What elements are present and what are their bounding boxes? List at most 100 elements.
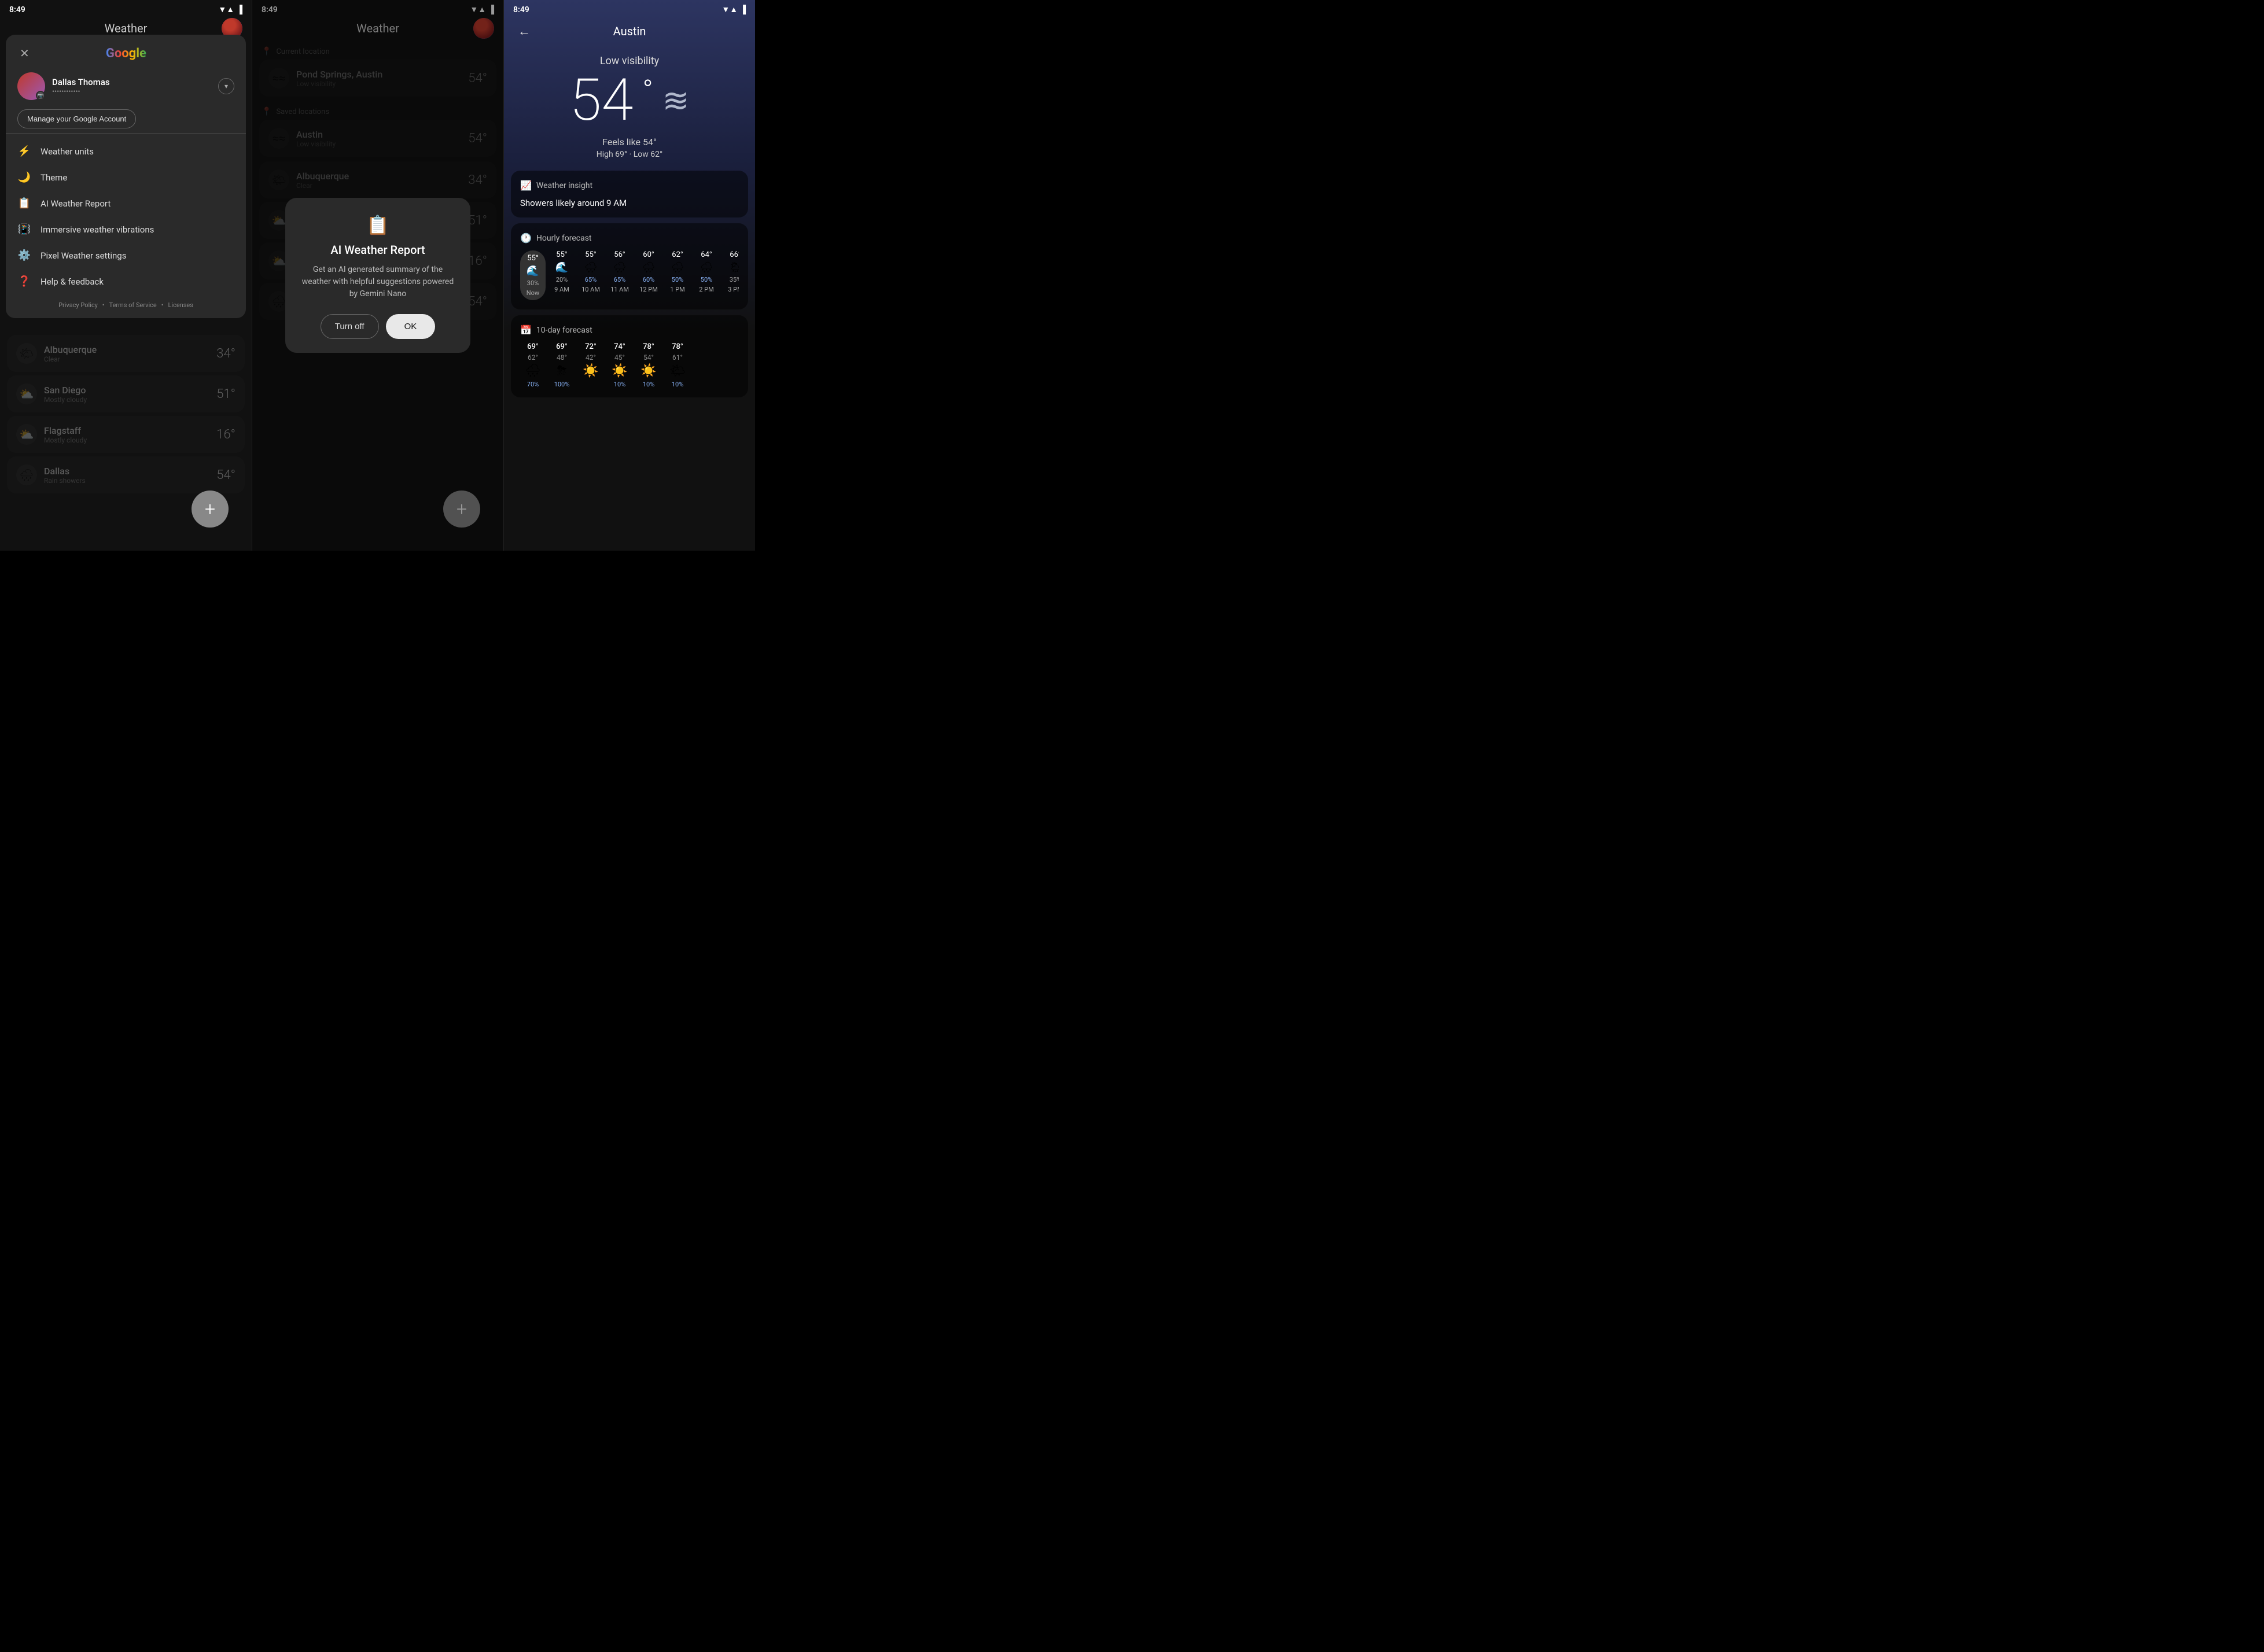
hourly-weather-icon: 🌊 [555,261,568,274]
hero-temp-number: 54 [569,72,633,130]
insight-icon: 📈 [520,180,532,191]
hourly-time: 12 PM [639,286,658,293]
tenday-weather-icon: ☀️ [612,364,627,378]
panel-2: 8:49 ▼▲ ▐ Weather 📍 Current location ≈≈ … [252,0,503,551]
tenday-high: 69° [556,342,568,351]
tenday-pct: 10% [643,381,654,388]
google-logo: Google [106,46,146,61]
tenday-low: 42° [586,353,596,362]
tenday-card: 📅 10-day forecast 69° 62° 🌧 70% 69° 48° … [511,315,748,397]
menu-item-ai-report[interactable]: 📋 AI Weather Report [6,190,246,216]
weather-icon-flagstaff-1: ⛅ [16,424,37,445]
tenday-weather-icon: 🌤 [669,364,686,378]
hourly-item: 66° 🌦 35% 3 PM [723,250,739,300]
tenday-icon: 📅 [520,325,532,335]
wifi-icon-3: ▼▲ [721,5,738,14]
hourly-card-header: 🕐 Hourly forecast [520,233,739,244]
hourly-item: 55° 🌊 30% Now [520,250,546,300]
tenday-item: 69° 62° 🌧 70% [520,342,546,388]
menu-label-ai-report: AI Weather Report [41,198,111,209]
weather-units-icon: ⚡ [17,145,31,157]
hourly-item: 56° 🌧 65% 11 AM [607,250,632,300]
menu-label-weather-units: Weather units [41,146,94,157]
hourly-pct: 20% [556,276,568,283]
menu-item-theme[interactable]: 🌙 Theme [6,164,246,190]
list-item-flagstaff-1[interactable]: ⛅ Flagstaff Mostly cloudy 16° [7,416,245,453]
insight-card-header: 📈 Weather insight [520,180,739,191]
list-item-dallas-1[interactable]: 🌧 Dallas Rain showers 54° [7,456,245,493]
vibrations-icon: 📳 [17,223,31,235]
battery-icon-3: ▐ [740,5,746,14]
hourly-row: 55° 🌊 30% Now 55° 🌊 20% 9 AM 55° 🌧 65% 1… [520,250,739,300]
menu-footer: Privacy Policy • Terms of Service • Lice… [6,294,246,309]
item-info-albuquerque-1: Albuquerque Clear [44,344,209,363]
hourly-time: 2 PM [699,286,713,293]
menu-item-weather-units[interactable]: ⚡ Weather units [6,138,246,164]
hourly-weather-icon: 🌧 [642,261,656,274]
tenday-item: 78° 61° 🌤 10% [665,342,690,388]
settings-icon: ⚙️ [17,249,31,261]
add-location-fab-1[interactable]: + [192,491,229,528]
insight-text: Showers likely around 9 AM [520,198,739,208]
tenday-high: 72° [585,342,597,351]
camera-icon: 📷 [36,91,45,100]
hourly-temp: 64° [701,250,712,259]
weather-icon-albuquerque-1: 🌤 [16,343,37,364]
app-title-1: Weather [105,21,148,35]
google-menu-header: ✕ Google [6,35,246,68]
tenday-weather-icon: ☀️ [583,364,598,378]
list-item-albuquerque-1[interactable]: 🌤 Albuquerque Clear 34° [7,335,245,372]
manage-account-button[interactable]: Manage your Google Account [17,109,136,128]
weather-hero: Low visibility 54 ° ≋ Feels like 54° Hig… [504,46,755,171]
close-menu-button[interactable]: ✕ [17,44,32,63]
hourly-pct: 60% [643,276,654,283]
hourly-temp: 66° [730,250,739,259]
ok-button[interactable]: OK [386,314,436,339]
status-bar-3: 8:49 ▼▲ ▐ [504,0,755,17]
hourly-pct: 50% [701,276,712,283]
hourly-pct: 65% [614,276,625,283]
hourly-item: 55° 🌊 20% 9 AM [549,250,575,300]
menu-label-theme: Theme [41,172,67,183]
tenday-label: 10-day forecast [536,326,592,335]
licenses-link[interactable]: Licenses [168,301,193,309]
panel-1: 8:49 ▼▲ ▐ Weather ✕ Google 📷 Dallas Thom… [0,0,252,551]
menu-label-vibrations: Immersive weather vibrations [41,224,154,235]
tenday-low: 45° [614,353,625,362]
hero-range: High 69° · Low 62° [516,150,743,159]
terms-link[interactable]: Terms of Service [109,301,157,309]
wifi-icon-1: ▼▲ [218,5,234,14]
hourly-weather-icon: 🌧 [671,261,684,274]
menu-item-pixel-settings[interactable]: ⚙️ Pixel Weather settings [6,242,246,268]
hourly-pct: 65% [585,276,597,283]
hourly-time: Now [527,289,539,297]
user-row: 📷 Dallas Thomas •••••••••••• ▾ [6,68,246,105]
item-info-dallas-1: Dallas Rain showers [44,466,209,485]
ai-modal-desc: Get an AI generated summary of the weath… [299,264,457,300]
tenday-card-header: 📅 10-day forecast [520,325,739,335]
tenday-weather-icon: ⛈ [557,364,567,378]
privacy-policy-link[interactable]: Privacy Policy [58,301,98,309]
hourly-temp: 56° [614,250,625,259]
ai-modal-title: AI Weather Report [299,243,457,257]
turn-off-button[interactable]: Turn off [321,314,379,339]
weather-list-1: 🌤 Albuquerque Clear 34° ⛅ San Diego Most… [0,335,252,493]
back-button[interactable]: ← [513,21,535,41]
tenday-pct: 10% [672,381,683,388]
hourly-temp: 55° [585,250,596,259]
hourly-weather-icon: 🌧 [613,261,627,274]
menu-item-vibrations[interactable]: 📳 Immersive weather vibrations [6,216,246,242]
insight-label: Weather insight [536,181,592,190]
hero-feels: Feels like 54° [516,137,743,148]
hourly-item: 55° 🌧 65% 10 AM [578,250,603,300]
tenday-low: 48° [557,353,567,362]
user-dropdown-button[interactable]: ▾ [218,78,234,94]
menu-item-help[interactable]: ❓ Help & feedback [6,268,246,294]
theme-icon: 🌙 [17,171,31,183]
list-item-sandiego-1[interactable]: ⛅ San Diego Mostly cloudy 51° [7,375,245,412]
hourly-weather-icon: 🌊 [527,265,539,277]
hourly-weather-icon: 🌦 [729,261,739,274]
divider-1 [6,133,246,134]
time-3: 8:49 [513,5,529,14]
tenday-low: 54° [643,353,654,362]
